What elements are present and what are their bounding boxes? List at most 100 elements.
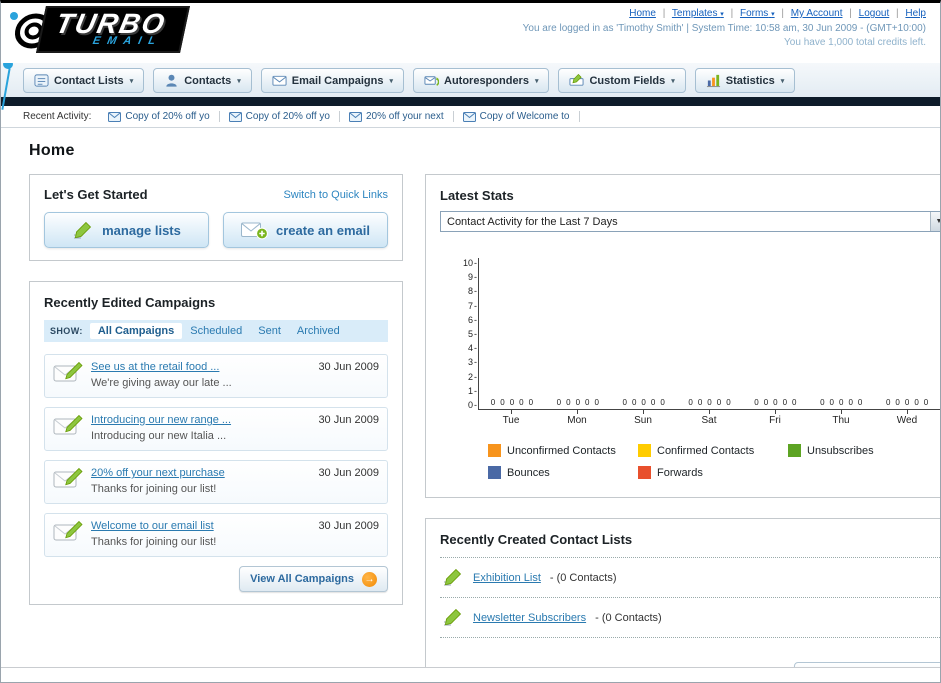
autoresponders-icon — [424, 76, 439, 86]
campaign-row[interactable]: 20% off your next purchase Thanks for jo… — [44, 460, 388, 504]
campaign-title-link[interactable]: Welcome to our email list — [91, 520, 310, 532]
chart-value: 0 — [726, 398, 731, 407]
chart-value: 0 — [594, 398, 599, 407]
recent-activity-item[interactable]: Copy of 20% off yo — [99, 111, 220, 122]
envelope-pencil-icon — [53, 520, 83, 541]
stats-period-value: Contact Activity for the Last 7 Days — [447, 215, 618, 228]
legend-item: Confirmed Contacts — [638, 444, 788, 457]
campaign-date: 30 Jun 2009 — [318, 414, 379, 426]
see-all-contact-lists-button[interactable]: See All Contact Lists → — [793, 662, 940, 667]
get-started-title: Let's Get Started — [44, 187, 148, 202]
legend-swatch — [638, 466, 651, 479]
view-all-campaigns-button[interactable]: View All Campaigns → — [239, 566, 388, 592]
chart-value: 0 — [641, 398, 646, 407]
contact-list-row[interactable]: Exhibition List - (0 Contacts) — [440, 558, 940, 598]
app-logo: TURBO EMAIL — [7, 6, 190, 53]
logo-text-turbo: TURBO — [52, 8, 170, 39]
nav-email-campaigns[interactable]: Email Campaigns ▾ — [260, 68, 404, 93]
top-link-help[interactable]: Help — [905, 8, 926, 19]
view-all-campaigns-label: View All Campaigns — [250, 573, 354, 585]
campaign-title-link[interactable]: 20% off your next purchase — [91, 467, 310, 479]
nav-contact-lists[interactable]: Contact Lists ▾ — [23, 68, 145, 93]
chart-x-labels: Tue Mon Sun Sat Fri Thu Wed — [478, 410, 940, 426]
legend-swatch — [488, 466, 501, 479]
contacts-icon — [166, 74, 177, 87]
nav-contacts[interactable]: Contacts ▾ — [153, 68, 252, 93]
statistics-icon — [706, 74, 720, 88]
contact-lists-icon — [34, 74, 49, 87]
page: TURBO EMAIL Home | Templates ▾ | Forms ▾… — [0, 0, 941, 683]
create-email-label: create an email — [276, 222, 370, 238]
chevron-down-icon: ▾ — [720, 11, 724, 18]
manage-lists-button[interactable]: manage lists — [44, 212, 209, 248]
recent-activity-item[interactable]: 20% off your next — [340, 111, 454, 122]
chart-day-values: 00000 — [611, 398, 677, 409]
nav-autoresponders[interactable]: Autoresponders ▾ — [413, 68, 550, 93]
envelope-icon — [108, 111, 122, 122]
chart-y-axis: 109876543210 — [454, 258, 478, 410]
page-title: Home — [29, 142, 75, 159]
recent-activity-label: Recent Activity: — [23, 111, 92, 122]
campaign-subtitle: We're giving away our late ... — [91, 377, 232, 389]
envelope-icon — [228, 111, 242, 122]
switch-quick-links-link[interactable]: Switch to Quick Links — [283, 189, 388, 201]
campaign-title-link[interactable]: Introducing our new range ... — [91, 414, 310, 426]
main-content: Home Let's Get Started Switch to Quick L… — [1, 128, 940, 668]
nav-divider-bar — [1, 97, 940, 106]
legend-item: Bounces — [488, 466, 638, 479]
header: TURBO EMAIL Home | Templates ▾ | Forms ▾… — [1, 3, 940, 63]
chart-value: 0 — [885, 398, 891, 407]
top-link-logout[interactable]: Logout — [859, 8, 890, 19]
manage-lists-label: manage lists — [102, 222, 181, 238]
envelope-pencil-icon — [53, 467, 83, 488]
logo-block: TURBO EMAIL — [36, 6, 190, 53]
session-info: You are logged in as 'Timothy Smith' | S… — [522, 23, 926, 34]
chart-value: 0 — [631, 398, 637, 407]
y-tick-label: 2 — [468, 372, 477, 382]
recent-activity-item-label: Copy of 20% off yo — [245, 111, 330, 122]
recent-activity-item[interactable]: Copy of Welcome to — [454, 111, 580, 122]
contact-list-row[interactable]: Newsletter Subscribers - (0 Contacts) — [440, 598, 940, 638]
tab-all-campaigns[interactable]: All Campaigns — [89, 323, 183, 339]
chart-value: 0 — [650, 398, 656, 407]
legend-label: Unconfirmed Contacts — [507, 444, 616, 457]
tab-scheduled[interactable]: Scheduled — [182, 323, 250, 339]
campaign-row[interactable]: Introducing our new range ... Introducin… — [44, 407, 388, 451]
tab-sent[interactable]: Sent — [250, 323, 289, 339]
y-tick-label: 3 — [468, 357, 477, 367]
y-tick-label: 4 — [468, 343, 477, 353]
create-email-button[interactable]: create an email — [223, 212, 388, 248]
chevron-down-icon: ▼ — [930, 212, 940, 231]
chart-legend: Unconfirmed Contacts Confirmed Contacts Un… — [488, 444, 940, 479]
nav-custom-fields[interactable]: Custom Fields ▾ — [558, 68, 686, 93]
chart-value: 0 — [697, 398, 703, 407]
x-tick-label: Fri — [742, 410, 808, 426]
contact-list-link[interactable]: Newsletter Subscribers — [473, 612, 586, 624]
top-link-templates[interactable]: Templates ▾ — [672, 8, 724, 19]
x-tick-label: Sun — [610, 410, 676, 426]
recent-activity-item[interactable]: Copy of 20% off yo — [220, 111, 340, 122]
y-tick-label: 0 — [468, 400, 477, 410]
stats-period-select[interactable]: Contact Activity for the Last 7 Days ▼ — [440, 211, 940, 232]
chart-value: 0 — [857, 398, 863, 407]
legend-label: Bounces — [507, 466, 550, 479]
contact-list-detail: - (0 Contacts) — [549, 571, 617, 584]
tab-archived[interactable]: Archived — [289, 323, 348, 339]
y-tick-label: 10 — [463, 258, 477, 268]
top-link-forms[interactable]: Forms ▾ — [740, 8, 775, 19]
campaign-row[interactable]: See us at the retail food ... We're givi… — [44, 354, 388, 398]
contact-list-link[interactable]: Exhibition List — [473, 572, 541, 584]
top-link-my-account[interactable]: My Account — [791, 8, 843, 19]
contact-lists-panel: Recently Created Contact Lists Exhibitio… — [425, 518, 940, 667]
legend-swatch — [488, 444, 501, 457]
chart-day-values: 00000 — [479, 398, 545, 409]
chevron-down-icon: ▾ — [237, 77, 241, 85]
campaign-title-link[interactable]: See us at the retail food ... — [91, 361, 310, 373]
envelope-pencil-icon — [53, 414, 83, 435]
legend-item: Unsubscribes — [788, 444, 938, 457]
campaign-row[interactable]: Welcome to our email list Thanks for joi… — [44, 513, 388, 557]
top-link-home[interactable]: Home — [629, 8, 656, 19]
contact-list-detail: - (0 Contacts) — [595, 611, 662, 624]
nav-statistics[interactable]: Statistics ▾ — [694, 68, 796, 93]
chart-value: 0 — [622, 398, 627, 407]
